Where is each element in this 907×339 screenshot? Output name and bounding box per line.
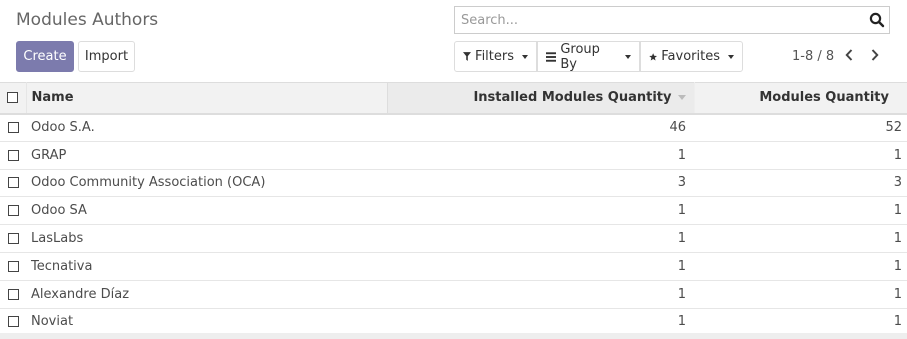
table-row[interactable]: GRAP 1 1	[0, 141, 907, 170]
search-box[interactable]	[454, 6, 890, 34]
row-checkbox[interactable]	[7, 260, 19, 272]
search-input[interactable]	[455, 7, 867, 33]
caret-down-icon	[728, 54, 734, 59]
table-header-row: Name Installed Modules Quantity Modules …	[0, 82, 907, 114]
table-row[interactable]: Odoo Community Association (OCA) 3 3	[0, 169, 907, 197]
table-row[interactable]: Tecnativa 1 1	[0, 252, 907, 281]
row-checkbox[interactable]	[7, 149, 19, 161]
select-all-checkbox-cell[interactable]	[0, 82, 27, 114]
cell-quantity: 1	[893, 286, 902, 302]
cell-quantity: 3	[893, 175, 902, 191]
row-checkbox[interactable]	[7, 233, 19, 245]
row-checkbox[interactable]	[7, 177, 19, 189]
cell-installed: 1	[677, 314, 686, 330]
caret-down-icon	[625, 54, 631, 59]
table-row[interactable]: Noviat 1 1	[0, 308, 907, 336]
cell-installed: 1	[677, 203, 686, 219]
row-checkbox[interactable]	[7, 288, 19, 300]
cell-name: LasLabs	[31, 231, 84, 247]
row-checkbox[interactable]	[7, 205, 19, 217]
cell-name: Odoo SA	[31, 203, 87, 219]
column-header-installed[interactable]: Installed Modules Quantity	[387, 82, 695, 114]
authors-table: Name Installed Modules Quantity Modules …	[0, 82, 907, 336]
cell-installed: 1	[677, 258, 686, 274]
page-title: Modules Authors	[16, 10, 159, 30]
import-button[interactable]: Import	[78, 41, 135, 72]
chevron-right-icon	[871, 49, 879, 61]
cell-installed: 1	[677, 286, 686, 302]
list-view: Name Installed Modules Quantity Modules …	[0, 82, 907, 336]
table-row[interactable]: Odoo S.A. 46 52	[0, 114, 907, 142]
row-checkbox[interactable]	[7, 316, 19, 328]
cell-name: Noviat	[31, 314, 74, 330]
caret-down-icon	[522, 54, 528, 59]
table-footer	[0, 333, 907, 339]
pager-next-button[interactable]	[867, 46, 883, 64]
groupby-label: Group By	[560, 41, 600, 72]
cell-name: Odoo Community Association (OCA)	[31, 175, 266, 191]
cell-quantity: 52	[885, 120, 902, 136]
table-row[interactable]: LasLabs 1 1	[0, 225, 907, 253]
cell-quantity: 1	[893, 258, 902, 274]
favorites-label: Favorites	[661, 49, 720, 64]
filter-icon	[463, 52, 472, 61]
sort-desc-icon	[677, 95, 686, 101]
column-header-name[interactable]: Name	[26, 82, 388, 114]
cell-quantity: 1	[893, 314, 902, 330]
filters-label: Filters	[475, 49, 514, 64]
cell-name: Tecnativa	[31, 258, 93, 274]
select-all-checkbox[interactable]	[7, 92, 19, 104]
star-icon	[649, 52, 657, 60]
cell-name: Odoo S.A.	[31, 120, 95, 136]
chevron-left-icon	[845, 49, 853, 61]
favorites-dropdown[interactable]: Favorites	[640, 41, 743, 72]
table-row[interactable]: Alexandre Díaz 1 1	[0, 280, 907, 309]
cell-name: Alexandre Díaz	[31, 286, 130, 302]
cell-installed: 1	[677, 231, 686, 247]
column-header-quantity[interactable]: Modules Quantity	[694, 83, 907, 114]
pager-value[interactable]: 1-8 / 8	[792, 49, 834, 64]
pager-previous-button[interactable]	[841, 46, 857, 64]
row-checkbox[interactable]	[7, 122, 19, 134]
cell-installed: 46	[669, 120, 686, 136]
cell-installed: 3	[677, 175, 686, 191]
search-icon[interactable]	[869, 12, 885, 28]
groupby-dropdown[interactable]: Group By	[537, 41, 640, 72]
cell-quantity: 1	[893, 147, 902, 163]
cell-quantity: 1	[893, 203, 902, 219]
cell-installed: 1	[677, 147, 686, 163]
cell-quantity: 1	[893, 231, 902, 247]
cell-name: GRAP	[31, 147, 67, 163]
bars-icon	[546, 51, 557, 62]
create-button[interactable]: Create	[16, 41, 74, 72]
filters-dropdown[interactable]: Filters	[454, 41, 537, 72]
table-row[interactable]: Odoo SA 1 1	[0, 197, 907, 225]
